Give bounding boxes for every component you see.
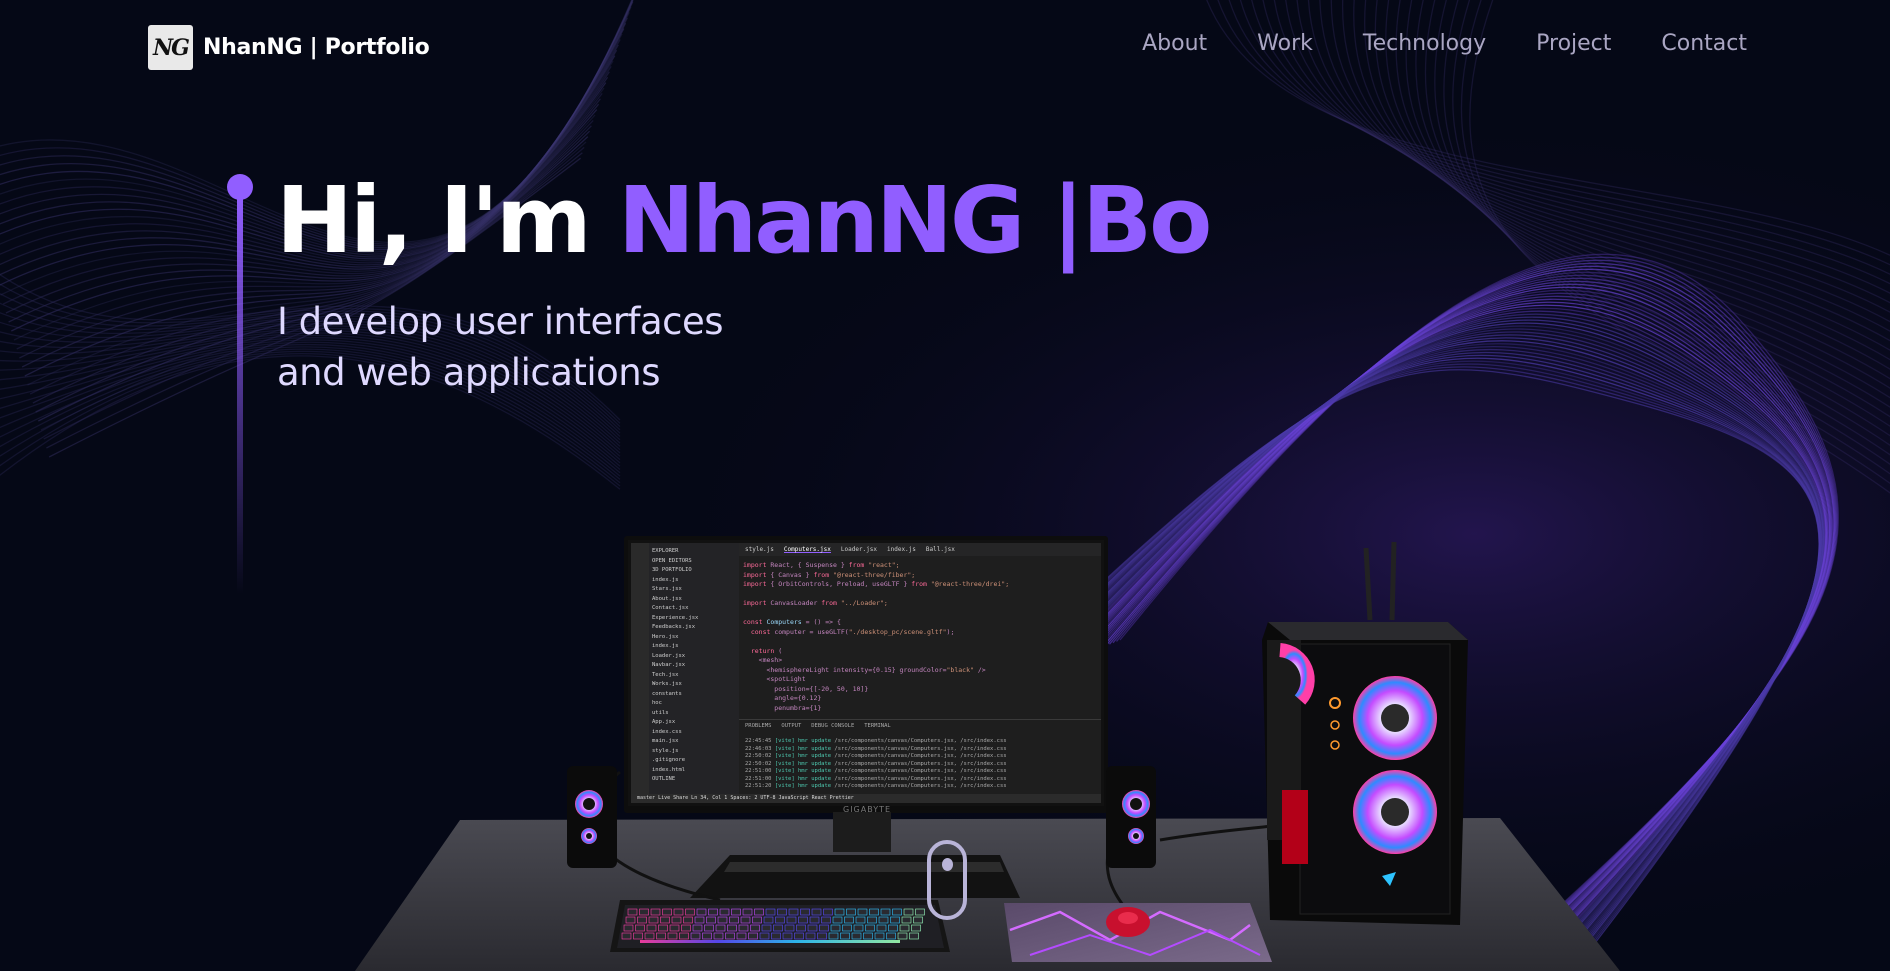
hero-title: Hi, I'm NhanNG |Bo (276, 167, 1213, 274)
ide-code-editor: import React, { Suspense } from "react";… (743, 561, 1010, 712)
brand-link[interactable]: NG NhanNG | Portfolio (148, 25, 430, 70)
nav-link-work[interactable]: Work (1257, 31, 1313, 56)
ide-tabs: style.js Computers.jsx Loader.jsx index.js B… (739, 543, 1101, 556)
monitor-brand: GIGABYTE (843, 805, 892, 814)
scroll-down-indicator[interactable] (927, 840, 967, 920)
ide-terminal: PROBLEMS OUTPUT DEBUG CONSOLE TERMINAL 2… (739, 719, 1101, 799)
brand-name: NhanNG | Portfolio (203, 35, 430, 60)
monitor-screen: EXPLORER OPEN EDITORS 3D PORTFOLIO index.j… (628, 540, 1104, 806)
monitor-stand-neck (833, 812, 891, 852)
desk-scene-canvas[interactable] (0, 0, 1890, 971)
ide-status-bar: master Live Share Ln 34, Col 1 Spaces: 2… (631, 794, 1101, 803)
hero-greeting: Hi, I'm (276, 167, 618, 274)
left-speaker (567, 766, 617, 868)
hero-name: NhanNG |Bo (617, 167, 1213, 274)
right-speaker (1106, 766, 1156, 868)
hero-subtitle-line-1: I develop user interfaces (277, 300, 724, 343)
nav-link-project[interactable]: Project (1536, 31, 1611, 56)
logo-icon: NG (148, 25, 193, 70)
pc-tower (1262, 541, 1468, 925)
nav-link-technology[interactable]: Technology (1363, 31, 1486, 56)
monitor-stand-base (690, 855, 1020, 898)
keyboard (610, 900, 950, 952)
hero-subtitle-line-2: and web applications (277, 351, 661, 394)
scroll-dot-icon (942, 858, 953, 871)
navbar: NG NhanNG | Portfolio About Work Technol… (0, 0, 1890, 95)
hero-accent-line (227, 174, 253, 594)
ide-file-explorer: EXPLORER OPEN EDITORS 3D PORTFOLIO index.j… (649, 543, 739, 803)
nav-link-about[interactable]: About (1142, 31, 1207, 56)
hero-subtitle: I develop user interfaces and web applic… (277, 296, 724, 398)
nav-links: About Work Technology Project Contact (1142, 31, 1747, 56)
nav-link-contact[interactable]: Contact (1661, 31, 1747, 56)
ide-activity-bar (631, 543, 649, 803)
